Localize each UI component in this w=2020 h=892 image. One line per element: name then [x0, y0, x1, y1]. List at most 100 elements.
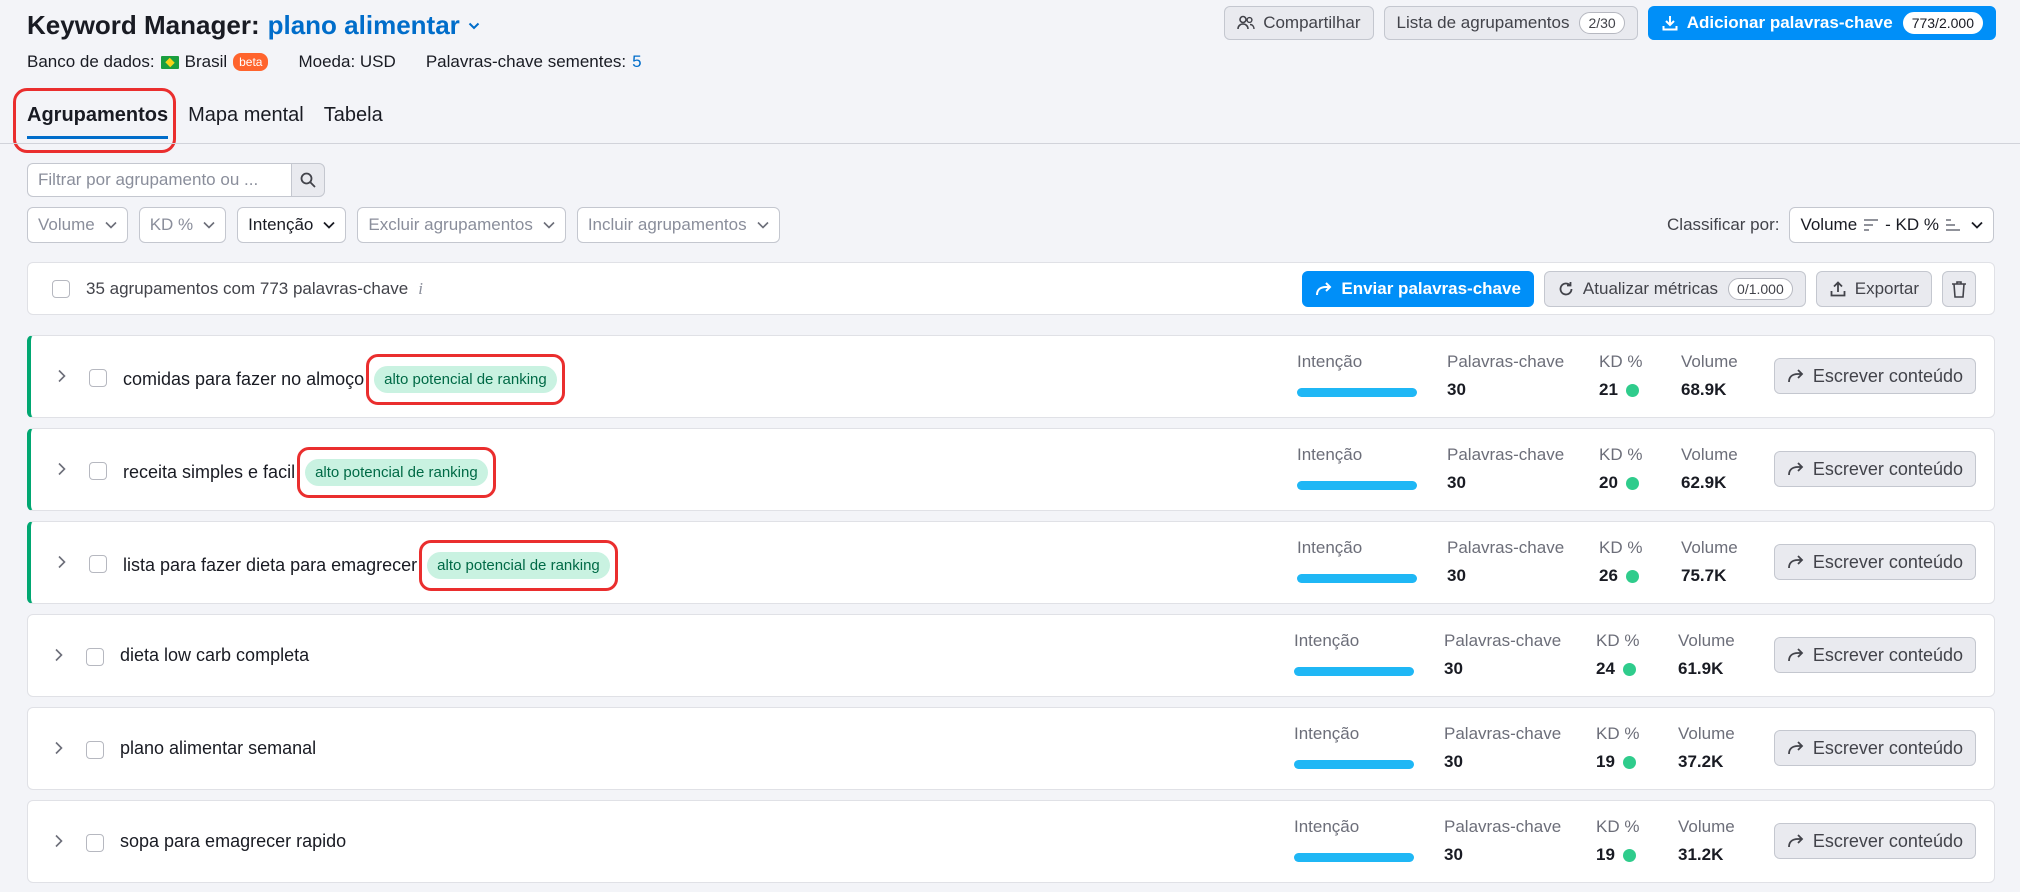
kd-metric: KD % 26 — [1599, 538, 1643, 585]
intent-metric: Intenção — [1297, 445, 1417, 490]
export-button[interactable]: Exportar — [1815, 271, 1932, 307]
row-checkbox[interactable] — [86, 834, 104, 852]
keywords-metric: Palavras-chave 30 — [1447, 538, 1565, 585]
keywords-metric: Palavras-chave 30 — [1447, 352, 1565, 399]
sort-label: Classificar por: — [1667, 215, 1780, 234]
chevron-down-icon[interactable] — [468, 20, 480, 32]
groups-list-count: 2/30 — [1579, 12, 1625, 34]
share-arrow-icon — [1788, 741, 1804, 755]
intent-bar — [1294, 667, 1414, 676]
chevron-down-icon — [1971, 221, 1983, 229]
group-row: receita simples e facil alto potencial d… — [27, 428, 1995, 511]
kd-dot-icon — [1625, 383, 1639, 397]
beta-badge: beta — [233, 53, 269, 71]
delete-button[interactable] — [1942, 271, 1976, 307]
update-metrics-count: 0/1.000 — [1728, 278, 1793, 300]
intent-bar — [1297, 388, 1417, 397]
kd-metric: KD % 21 — [1599, 352, 1643, 399]
row-checkbox[interactable] — [86, 741, 104, 759]
kd-dot-icon — [1625, 569, 1639, 583]
chevron-right-icon[interactable] — [54, 741, 64, 755]
chevron-right-icon[interactable] — [54, 834, 64, 848]
highlight-annotation — [366, 354, 565, 405]
chevron-right-icon[interactable] — [57, 555, 67, 569]
download-icon — [1661, 14, 1679, 32]
project-selector[interactable]: plano alimentar — [268, 10, 460, 41]
sort-descending-icon — [1864, 219, 1879, 231]
row-checkbox[interactable] — [89, 462, 107, 480]
groups-list: comidas para fazer no almoço alto potenc… — [27, 335, 1995, 892]
users-icon — [1237, 14, 1255, 32]
search-button[interactable] — [291, 163, 325, 197]
trash-icon — [1952, 281, 1966, 298]
sort-ascending-icon — [1946, 219, 1960, 231]
share-button[interactable]: Compartilhar — [1224, 6, 1374, 40]
kd-metric: KD % 24 — [1596, 631, 1640, 678]
group-row: plano alimentar semanal Intenção Palavra… — [27, 707, 1995, 790]
ranking-potential-badge: alto potencial de ranking — [366, 354, 565, 405]
kd-filter[interactable]: KD % — [138, 207, 227, 243]
info-icon[interactable]: i — [418, 279, 423, 299]
select-all-checkbox[interactable] — [52, 280, 70, 298]
write-content-button[interactable]: Escrever conteúdo — [1773, 544, 1976, 580]
group-filter-search — [27, 163, 325, 197]
group-name: dieta low carb completa — [120, 645, 310, 665]
chevron-down-icon — [203, 221, 215, 229]
chevron-down-icon — [323, 221, 336, 229]
include-groups-filter[interactable]: Incluir agrupamentos — [576, 207, 780, 243]
intent-metric: Intenção — [1294, 724, 1414, 769]
kd-dot-icon — [1622, 755, 1636, 769]
volume-metric: Volume 75.7K — [1681, 538, 1738, 585]
volume-filter[interactable]: Volume — [27, 207, 128, 243]
search-input[interactable] — [27, 163, 291, 197]
exclude-groups-filter[interactable]: Excluir agrupamentos — [357, 207, 566, 243]
search-icon — [300, 172, 316, 188]
seed-keywords-info: Palavras-chave sementes: 5 — [425, 52, 642, 72]
intent-metric: Intenção — [1297, 538, 1417, 583]
group-row: lista para fazer dieta para emagrecer al… — [27, 521, 1995, 604]
group-name: comidas para fazer no almoço alto potenc… — [123, 354, 565, 405]
row-checkbox[interactable] — [89, 369, 107, 387]
page-title: Keyword Manager: plano alimentar — [27, 10, 480, 41]
write-content-button[interactable]: Escrever conteúdo — [1773, 730, 1976, 766]
volume-metric: Volume 37.2K — [1678, 724, 1735, 771]
ranking-potential-badge: alto potencial de ranking — [297, 447, 496, 498]
write-content-button[interactable]: Escrever conteúdo — [1773, 358, 1976, 394]
update-metrics-button[interactable]: Atualizar métricas 0/1.000 — [1543, 271, 1806, 307]
write-content-button[interactable]: Escrever conteúdo — [1773, 637, 1976, 673]
group-name: receita simples e facil alto potencial d… — [123, 447, 496, 498]
write-content-button[interactable]: Escrever conteúdo — [1773, 451, 1976, 487]
write-content-button[interactable]: Escrever conteúdo — [1773, 823, 1976, 859]
intent-metric: Intenção — [1294, 631, 1414, 676]
chevron-right-icon[interactable] — [57, 369, 67, 383]
kd-metric: KD % 19 — [1596, 817, 1640, 864]
intent-metric: Intenção — [1294, 817, 1414, 862]
brazil-flag-icon — [160, 55, 179, 69]
volume-metric: Volume 68.9K — [1681, 352, 1738, 399]
group-name: sopa para emagrecer rapido — [120, 831, 347, 851]
intent-bar — [1297, 574, 1417, 583]
tab-mapa-mental[interactable]: Mapa mental — [188, 104, 304, 137]
chevron-right-icon[interactable] — [57, 462, 67, 476]
group-row: dieta low carb completa Intenção Palavra… — [27, 614, 1995, 697]
kd-dot-icon — [1625, 476, 1639, 490]
send-keywords-button[interactable]: Enviar palavras-chave — [1302, 271, 1534, 307]
group-row: comidas para fazer no almoço alto potenc… — [27, 335, 1995, 418]
database-info: Banco de dados: Brasil beta — [27, 52, 269, 72]
intent-metric: Intenção — [1297, 352, 1417, 397]
filter-bar: Volume KD % Intenção Excluir agrupamento… — [27, 207, 780, 243]
group-name: plano alimentar semanal — [120, 738, 317, 758]
add-keywords-button[interactable]: Adicionar palavras-chave 773/2.000 — [1647, 6, 1996, 40]
share-arrow-icon — [1788, 834, 1804, 848]
share-arrow-icon — [1788, 369, 1804, 383]
row-checkbox[interactable] — [89, 555, 107, 573]
chevron-down-icon — [757, 221, 769, 229]
chevron-right-icon[interactable] — [54, 648, 64, 662]
row-checkbox[interactable] — [86, 648, 104, 666]
tab-tabela[interactable]: Tabela — [324, 104, 383, 137]
seed-keywords-link[interactable]: 5 — [632, 52, 641, 72]
groups-list-button[interactable]: Lista de agrupamentos 2/30 — [1383, 6, 1638, 40]
intent-filter[interactable]: Intenção — [237, 207, 347, 243]
kd-dot-icon — [1622, 662, 1636, 676]
sort-select[interactable]: Volume - KD % — [1789, 207, 1994, 243]
